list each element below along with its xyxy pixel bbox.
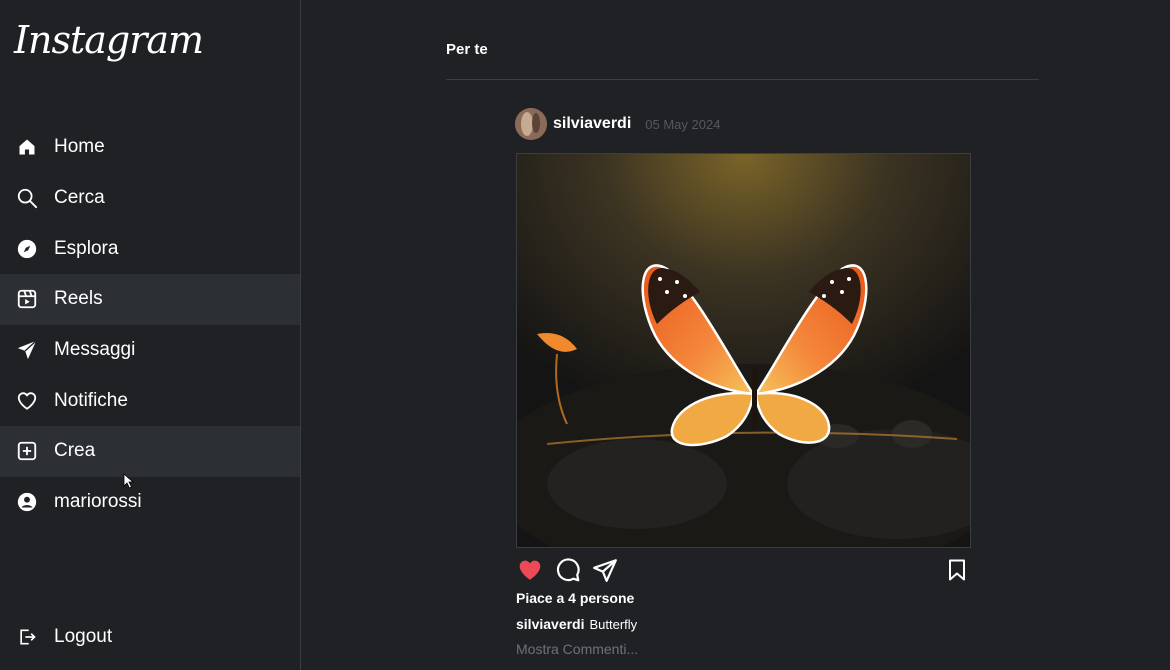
sidebar-item-crea[interactable]: Crea [0, 426, 300, 477]
tab-per-te[interactable]: Per te [446, 41, 488, 58]
post-actions [515, 557, 971, 585]
share-icon [593, 559, 617, 582]
save-button[interactable] [945, 557, 969, 587]
post-date: 05 May 2024 [645, 116, 721, 132]
heart-icon [16, 390, 38, 412]
divider [446, 79, 1039, 80]
compass-icon [16, 238, 38, 260]
search-icon [16, 187, 38, 209]
sidebar-item-label: Reels [54, 288, 103, 310]
like-button[interactable] [517, 557, 543, 587]
main-feed: Per te silviaverdi 05 May 2024 Piace a 4… [301, 0, 1170, 670]
reels-icon [16, 288, 38, 310]
caption-username[interactable]: silviaverdi [516, 616, 585, 632]
sidebar: Instagram Home Cerca Esplora Reels Messa… [0, 0, 301, 670]
sidebar-item-label: Esplora [54, 237, 119, 259]
sidebar-item-label: mariorossi [54, 491, 142, 513]
caption-text: Butterfly [589, 617, 638, 632]
sidebar-item-label: Messaggi [54, 339, 136, 361]
home-icon [16, 136, 38, 158]
sidebar-item-profile[interactable]: mariorossi [0, 477, 300, 528]
sidebar-item-label: Home [54, 136, 105, 158]
avatar[interactable] [515, 108, 547, 140]
bookmark-icon [949, 559, 965, 581]
logout-button[interactable]: Logout [16, 626, 112, 648]
show-comments-link[interactable]: Mostra Commenti... [516, 641, 638, 657]
post-username[interactable]: silviaverdi [553, 115, 631, 133]
sidebar-item-reels[interactable]: Reels [0, 274, 300, 325]
comment-icon [556, 558, 580, 582]
share-button[interactable] [592, 557, 618, 587]
sidebar-item-label: Cerca [54, 187, 105, 209]
logout-label: Logout [54, 626, 113, 647]
plus-square-icon [16, 440, 38, 462]
post-header: silviaverdi 05 May 2024 [515, 108, 720, 140]
sidebar-item-home[interactable]: Home [0, 122, 300, 173]
sidebar-item-label: Notifiche [54, 389, 128, 411]
logout-icon [16, 626, 38, 648]
sidebar-item-esplora[interactable]: Esplora [0, 223, 300, 274]
heart-filled-icon [519, 560, 541, 580]
sidebar-nav: Home Cerca Esplora Reels Messaggi Notifi… [0, 122, 300, 528]
sidebar-item-messaggi[interactable]: Messaggi [0, 325, 300, 376]
instagram-logo[interactable]: Instagram [14, 18, 204, 62]
sidebar-item-notifiche[interactable]: Notifiche [0, 375, 300, 426]
comment-button[interactable] [555, 557, 581, 587]
send-icon [16, 339, 38, 361]
sidebar-item-label: Crea [54, 440, 96, 462]
sidebar-item-cerca[interactable]: Cerca [0, 173, 300, 224]
likes-count[interactable]: Piace a 4 persone [516, 590, 634, 606]
post-caption: silviaverdi Butterfly [516, 616, 637, 632]
user-icon [16, 491, 38, 513]
post-image[interactable] [516, 153, 971, 548]
mouse-cursor-icon [123, 473, 135, 493]
